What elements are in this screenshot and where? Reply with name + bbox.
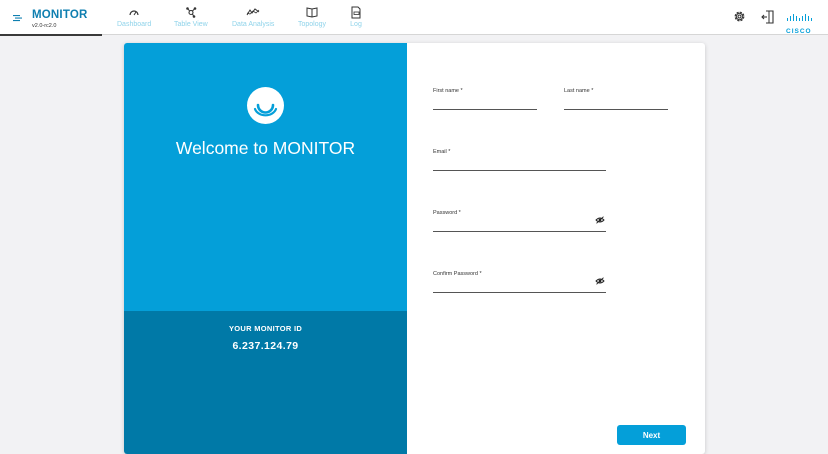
email-underline	[433, 170, 606, 171]
book-icon	[305, 6, 319, 18]
password-field: Password *	[433, 210, 606, 234]
nav-label: Log	[350, 21, 362, 28]
menu-icon[interactable]	[12, 12, 24, 24]
last-name-field: Last name *	[564, 88, 668, 112]
monitor-id-label: YOUR MONITOR ID	[228, 324, 303, 333]
password-input[interactable]	[433, 219, 588, 229]
nav-item-topology[interactable]: Topology	[298, 6, 326, 28]
cisco-logo-text: CISCO	[786, 28, 812, 35]
confirm-password-label: Confirm Password *	[433, 271, 482, 277]
line-chart-icon	[246, 6, 260, 18]
brand-active-indicator	[0, 34, 102, 36]
last-name-input[interactable]	[564, 97, 668, 107]
confirm-password-field: Confirm Password *	[433, 271, 606, 295]
toggle-visibility-eye-icon[interactable]	[595, 216, 605, 224]
nav-label: Topology	[298, 21, 327, 28]
nav-label: Dashboard	[117, 21, 152, 28]
email-field: Email *	[433, 149, 606, 173]
email-input[interactable]	[433, 158, 606, 168]
nav-item-log[interactable]: Log	[349, 6, 363, 28]
settings-gear-icon[interactable]	[733, 10, 746, 23]
nav-label: Table View	[174, 21, 208, 28]
confirm-password-underline	[433, 292, 606, 293]
last-name-underline	[564, 109, 668, 110]
registration-card: Welcome to MONITOR YOUR MONITOR ID 6.237…	[124, 43, 705, 454]
first-name-field: First name *	[433, 88, 537, 112]
first-name-label: First name *	[433, 88, 463, 94]
toggle-visibility-eye-icon[interactable]	[595, 277, 605, 285]
nav-item-dashboard[interactable]: Dashboard	[117, 6, 151, 28]
first-name-underline	[433, 109, 537, 110]
monitor-logo	[247, 87, 284, 124]
password-underline	[433, 231, 606, 232]
app-version: v2.0-rc2.0	[32, 23, 57, 29]
app-title: MONITOR	[32, 9, 88, 21]
welcome-heading: Welcome to MONITOR	[175, 138, 356, 158]
first-name-input[interactable]	[433, 97, 537, 107]
cisco-logo: CISCO	[786, 9, 816, 35]
top-bar: MONITOR v2.0-rc2.0 Dashboard Table View	[0, 0, 828, 36]
nav-label: Data Analysis	[232, 21, 275, 28]
nav-item-table-view[interactable]: Table View	[174, 6, 208, 28]
next-button[interactable]: Next	[617, 425, 686, 445]
wifi-smile-icon	[253, 103, 278, 117]
monitor-id-value: 6.237.124.79	[232, 340, 299, 352]
network-icon	[184, 6, 198, 18]
welcome-panel-top: Welcome to MONITOR	[124, 43, 407, 311]
log-file-icon	[349, 6, 363, 18]
gauge-icon	[127, 6, 141, 18]
logout-door-icon[interactable]	[761, 10, 774, 24]
confirm-password-input[interactable]	[433, 280, 588, 290]
password-label: Password *	[433, 210, 461, 216]
email-label: Email *	[433, 149, 451, 155]
last-name-label: Last name *	[564, 88, 594, 94]
welcome-panel: Welcome to MONITOR YOUR MONITOR ID 6.237…	[124, 43, 407, 454]
nav-item-data-analysis[interactable]: Data Analysis	[232, 6, 274, 28]
